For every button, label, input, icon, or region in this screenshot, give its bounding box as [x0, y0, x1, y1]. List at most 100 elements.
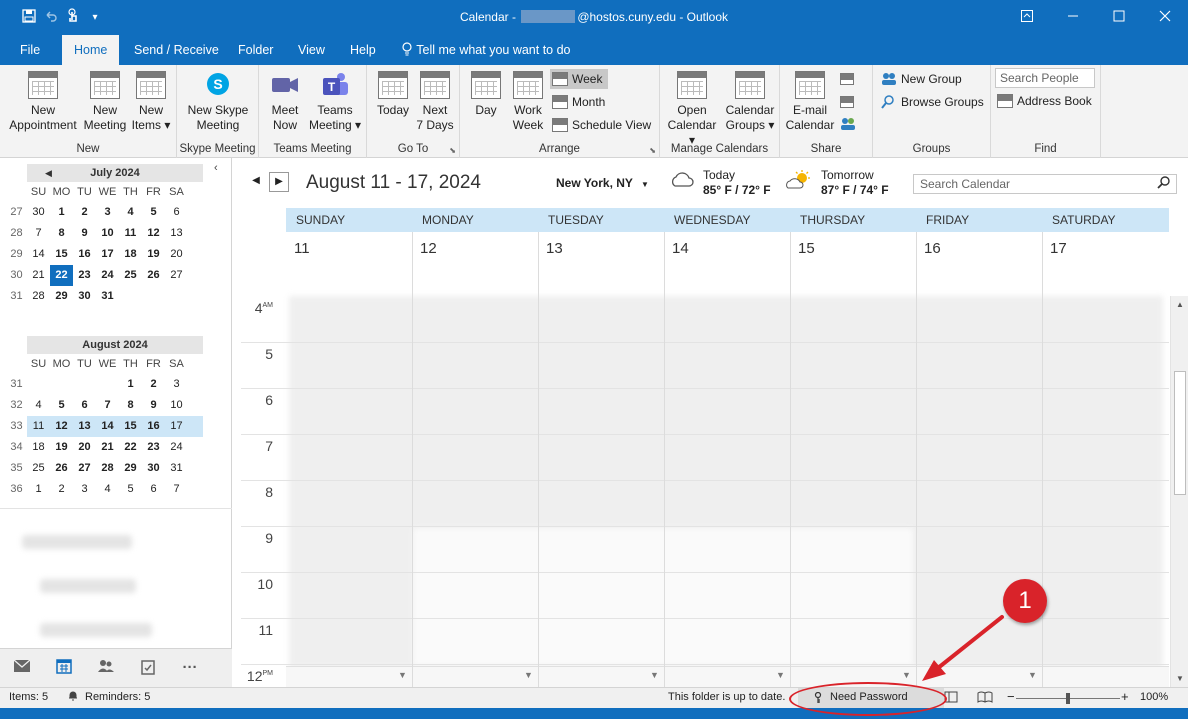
tab-help[interactable]: Help: [350, 35, 376, 65]
mini-calendar-day[interactable]: 12: [142, 223, 165, 244]
day-number[interactable]: 17: [1050, 240, 1067, 257]
mini-calendar-day[interactable]: 19: [50, 437, 73, 458]
week-number[interactable]: 36: [5, 479, 28, 500]
tab-send-receive[interactable]: Send / Receive: [134, 35, 219, 65]
mini-calendar-day[interactable]: 13: [165, 223, 188, 244]
day-header-thursday[interactable]: THURSDAY: [800, 213, 865, 227]
week-number[interactable]: 35: [5, 458, 28, 479]
mini-calendar-day[interactable]: 8: [119, 395, 142, 416]
mail-icon[interactable]: [11, 659, 33, 677]
mini-calendar-day[interactable]: 15: [119, 416, 142, 437]
ribbon-display-icon[interactable]: [1004, 0, 1050, 35]
new-items-button[interactable]: New Items ▾: [130, 71, 172, 133]
mini-calendar-day[interactable]: 19: [142, 244, 165, 265]
mini-calendar-day[interactable]: 5: [142, 202, 165, 223]
other-calendars-group[interactable]: [40, 579, 136, 593]
more-icon[interactable]: ···: [179, 659, 201, 677]
minimize-icon[interactable]: [1050, 0, 1096, 35]
mini-calendar-day[interactable]: 14: [96, 416, 119, 437]
day-number[interactable]: 12: [420, 240, 437, 257]
tasks-icon[interactable]: [137, 659, 159, 677]
day-header-sunday[interactable]: SUNDAY: [296, 213, 345, 227]
mini-calendar-day[interactable]: 11: [119, 223, 142, 244]
mini-calendar-day[interactable]: 1: [27, 479, 50, 500]
mini-calendar-day[interactable]: 7: [27, 223, 50, 244]
mini-calendar-day[interactable]: [96, 374, 119, 395]
month-view-button[interactable]: Month: [552, 92, 605, 112]
people-icon[interactable]: [95, 659, 117, 677]
zoom-level[interactable]: 100%: [1140, 691, 1168, 703]
mini-calendar-day[interactable]: 7: [165, 479, 188, 500]
search-calendar-input[interactable]: Search Calendar: [913, 174, 1177, 194]
mini-calendar-day[interactable]: 12: [50, 416, 73, 437]
week-number[interactable]: 30: [5, 265, 28, 286]
mini-calendar-day[interactable]: 23: [142, 437, 165, 458]
open-calendar-button[interactable]: Open Calendar ▾: [664, 71, 720, 148]
mini-calendar-day[interactable]: 29: [119, 458, 142, 479]
mini-calendar-day[interactable]: 8: [50, 223, 73, 244]
mini-calendar-day[interactable]: 16: [142, 416, 165, 437]
mini-calendar-day[interactable]: [165, 286, 188, 307]
publish-online-icon[interactable]: [840, 96, 854, 108]
schedule-view-button[interactable]: Schedule View: [552, 115, 651, 135]
today-button[interactable]: Today: [373, 71, 413, 118]
week-number[interactable]: 34: [5, 437, 28, 458]
week-number[interactable]: 31: [5, 286, 28, 307]
mini-calendar-day[interactable]: 17: [96, 244, 119, 265]
mini-calendar-day[interactable]: 31: [96, 286, 119, 307]
mini-calendar-day[interactable]: 30: [142, 458, 165, 479]
mini-calendar-day[interactable]: 1: [119, 374, 142, 395]
scroll-thumb[interactable]: [1174, 371, 1186, 495]
mini-calendar-day[interactable]: 2: [142, 374, 165, 395]
day-header-monday[interactable]: MONDAY: [422, 213, 474, 227]
mini-calendar-day[interactable]: 7: [96, 395, 119, 416]
mini-calendar-day[interactable]: 24: [165, 437, 188, 458]
zoom-out-button[interactable]: −: [1007, 689, 1015, 704]
mini-calendar-day[interactable]: [73, 374, 96, 395]
chevron-down-icon[interactable]: ▼: [1028, 670, 1037, 680]
mini-calendar-day[interactable]: 2: [50, 479, 73, 500]
scroll-down-icon[interactable]: ▼: [1171, 674, 1188, 683]
day-number[interactable]: 13: [546, 240, 563, 257]
mini-calendar-day[interactable]: [119, 286, 142, 307]
mini-calendar-day[interactable]: 10: [96, 223, 119, 244]
share-calendar-icon[interactable]: [840, 73, 854, 85]
forward-icon[interactable]: ▶: [269, 172, 289, 192]
browse-groups-button[interactable]: Browse Groups: [881, 92, 984, 112]
mini-calendar-day[interactable]: 25: [27, 458, 50, 479]
mini-calendar-day[interactable]: 4: [119, 202, 142, 223]
mini-calendar-day[interactable]: 28: [96, 458, 119, 479]
mini-calendar-day[interactable]: 24: [96, 265, 119, 286]
dialog-launcher-icon[interactable]: ⬊: [649, 146, 656, 155]
search-people-input[interactable]: Search People: [995, 68, 1095, 88]
mini-calendar-day[interactable]: 15: [50, 244, 73, 265]
tab-view[interactable]: View: [298, 35, 325, 65]
tab-home[interactable]: Home: [62, 35, 120, 65]
new-group-button[interactable]: New Group: [881, 69, 962, 89]
mini-calendar-day[interactable]: 10: [165, 395, 188, 416]
mini-calendar-day[interactable]: 30: [73, 286, 96, 307]
work-week-button[interactable]: Work Week: [508, 71, 548, 133]
mini-calendar-day[interactable]: 16: [73, 244, 96, 265]
chevron-down-icon[interactable]: ▼: [902, 670, 911, 680]
mini-calendar-day[interactable]: 5: [119, 479, 142, 500]
reminders-count[interactable]: Reminders: 5: [85, 691, 150, 703]
calendar-permissions-icon[interactable]: [840, 117, 856, 134]
mini-calendar-day[interactable]: 2: [73, 202, 96, 223]
mini-calendar-day[interactable]: 31: [165, 458, 188, 479]
calendar-icon[interactable]: [53, 659, 75, 677]
my-calendars-group[interactable]: [22, 535, 132, 549]
mini-calendar-day[interactable]: 20: [73, 437, 96, 458]
email-calendar-button[interactable]: E-mail Calendar: [784, 71, 836, 133]
shared-calendars-group[interactable]: [40, 623, 152, 637]
week-view-button[interactable]: Week: [550, 69, 609, 89]
teams-meeting-button[interactable]: T Teams Meeting ▾: [307, 71, 363, 133]
mini-calendar-day[interactable]: [27, 374, 50, 395]
calendar-groups-button[interactable]: Calendar Groups ▾: [722, 71, 778, 133]
back-icon[interactable]: ◀: [246, 172, 266, 192]
new-skype-meeting-button[interactable]: S New Skype Meeting: [181, 71, 255, 133]
mini-calendar-day[interactable]: 11: [27, 416, 50, 437]
day-view-button[interactable]: Day: [466, 71, 506, 118]
week-number[interactable]: 31: [5, 374, 28, 395]
mini-calendar-day[interactable]: 6: [73, 395, 96, 416]
